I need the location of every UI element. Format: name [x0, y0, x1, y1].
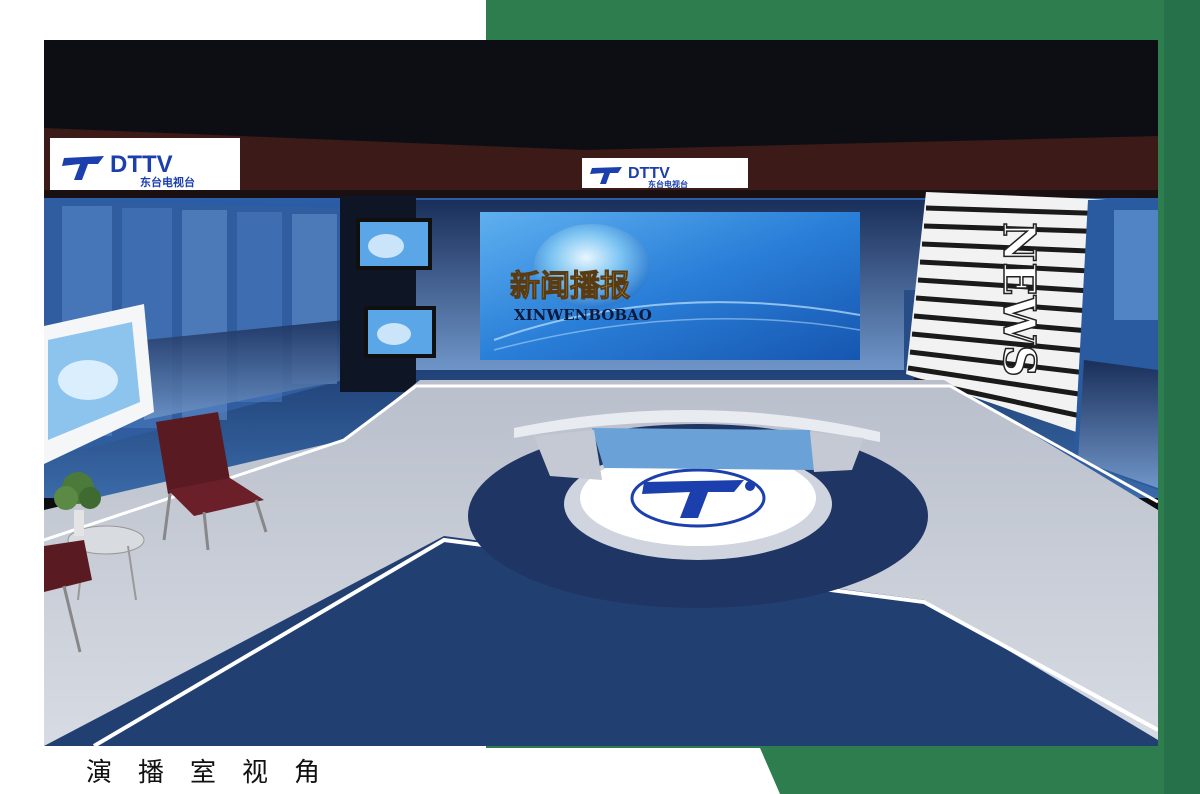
- caption: 演播室视角: [86, 758, 347, 788]
- svg-text:DTTV: DTTV: [110, 151, 173, 178]
- main-screen-title: 新闻播报: [510, 269, 630, 304]
- small-monitor-top: [356, 218, 432, 270]
- main-screen-subtitle: XINWENBOBAO: [514, 306, 652, 324]
- news-panel-text: NEWS: [993, 222, 1044, 377]
- small-monitor-bottom: [364, 306, 436, 358]
- main-screen: 新闻播报 XINWENBOBAO: [480, 212, 861, 360]
- dttv-logo-left: DTTV 东台电视台: [50, 138, 240, 190]
- svg-text:东台电视台: 东台电视台: [140, 175, 195, 189]
- dttv-logo-center: DTTV 东台电视台: [582, 158, 748, 189]
- svg-text:东台电视台: 东台电视台: [648, 179, 688, 189]
- studio-render: 新闻播报 XINWENBOBAO NEWS DTTV 东台电视台 DTTV 东台…: [44, 40, 1158, 746]
